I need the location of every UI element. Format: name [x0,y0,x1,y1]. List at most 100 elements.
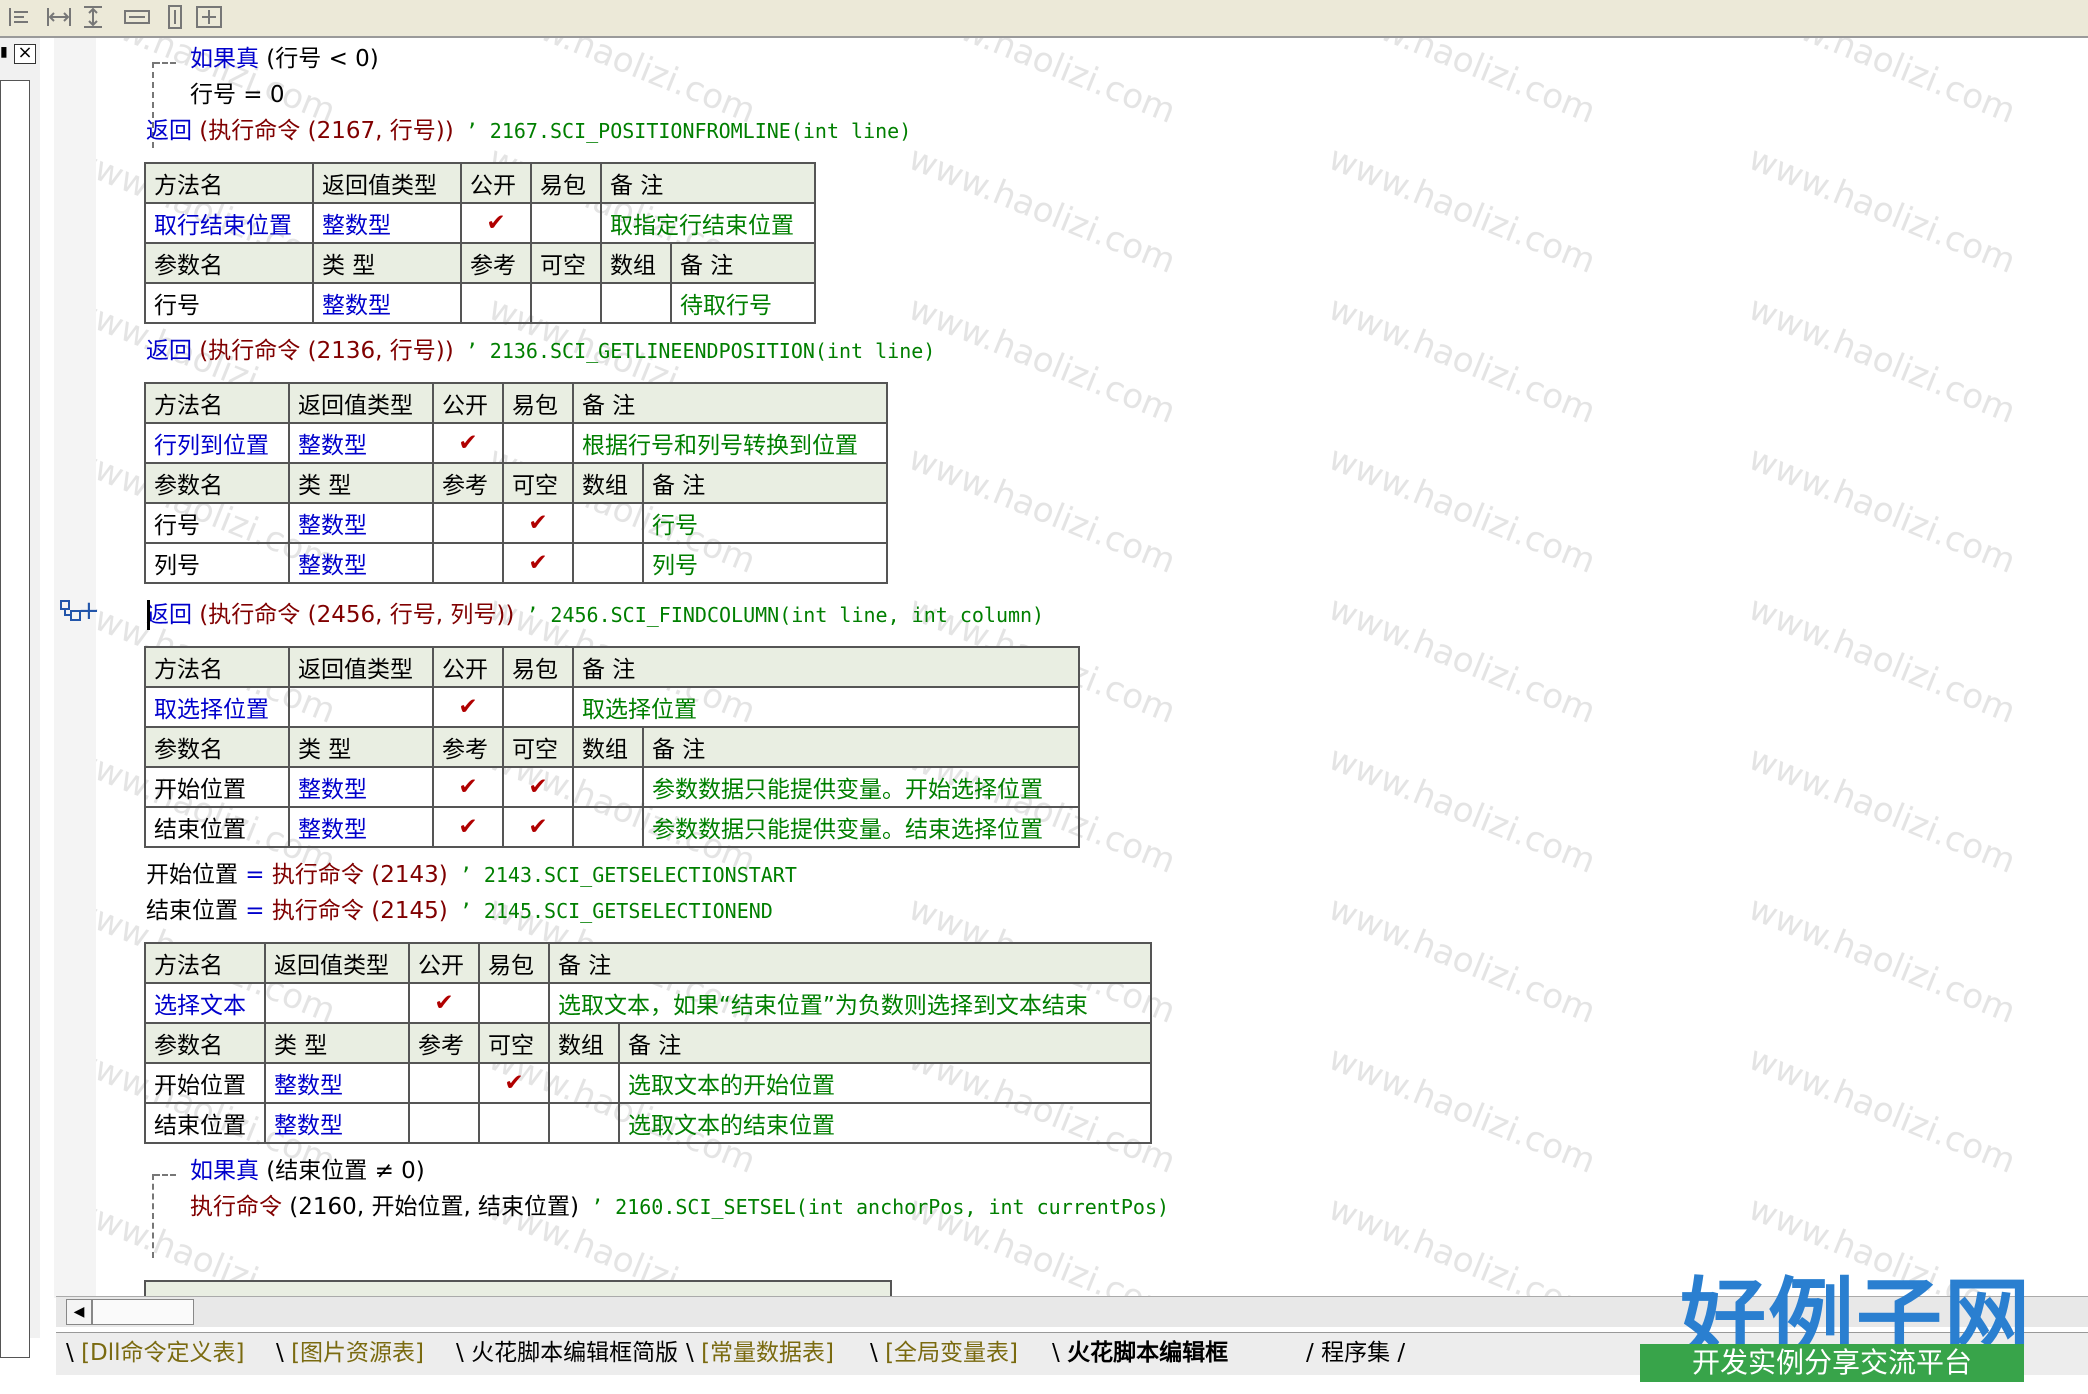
same-height-icon[interactable] [78,4,108,30]
header-ret-type: 返回值类型 [288,646,434,688]
tab-dll-commands[interactable]: \ [Dll命令定义表] [66,1337,245,1369]
tab-label: [Dll命令定义表] [81,1340,245,1366]
ref-cell[interactable] [460,282,532,324]
array-cell[interactable] [548,1062,620,1104]
param-name[interactable]: 开始位置 [144,1062,266,1104]
public-check[interactable]: ✔ [460,202,532,244]
method-table-3: 方法名 返回值类型 公开 易包 备 注 取选择位置 ✔ 取选择位置 参数名 类 … [144,646,1080,848]
code-line-if[interactable]: 如果真 (行号 < 0) [190,44,379,74]
array-cell[interactable] [572,766,644,808]
array-cell[interactable] [548,1102,620,1144]
nullable-check[interactable]: ✔ [502,806,574,848]
easy-cell[interactable] [478,982,550,1024]
method-note[interactable]: 取选择位置 [572,686,1080,728]
return-type[interactable]: 整数型 [288,422,434,464]
nullable-check[interactable]: ✔ [502,766,574,808]
tab-label: [全局变量表] [885,1340,1019,1366]
header-public: 公开 [432,382,504,424]
easy-cell[interactable] [530,202,602,244]
method-name[interactable]: 行列到位置 [144,422,290,464]
code-line-if[interactable]: 如果真 (结束位置 ≠ 0) [190,1156,425,1186]
param-name[interactable]: 开始位置 [144,766,290,808]
align-left-icon[interactable] [6,4,36,30]
easy-cell[interactable] [502,686,574,728]
same-width-icon[interactable] [44,4,74,30]
param-note[interactable]: 行号 [642,502,888,544]
param-type[interactable]: 整数型 [264,1062,410,1104]
comment: ’ 2143.SCI_GETSELECTIONSTART [447,863,797,887]
scroll-left-icon[interactable]: ◀ [66,1299,92,1325]
nullable-cell[interactable] [478,1102,550,1144]
header-param: 参数名 [144,726,290,768]
method-note[interactable]: 取指定行结束位置 [600,202,816,244]
code-editor[interactable]: 如果真 (行号 < 0) 行号 = 0 返回 (执行命令 (2167, 行号))… [96,38,2088,1298]
scroll-thumb[interactable] [92,1299,194,1325]
param-type[interactable]: 整数型 [288,502,434,544]
array-cell[interactable] [572,542,644,584]
tab-constants[interactable]: \ [常量数据表] [686,1337,834,1369]
ref-check[interactable]: ✔ [432,806,504,848]
public-check[interactable]: ✔ [408,982,480,1024]
tab-global-vars[interactable]: \ [全局变量表] [870,1337,1018,1369]
method-name[interactable]: 取选择位置 [144,686,290,728]
return-type[interactable] [264,982,410,1024]
code-line-return[interactable]: 返回 (执行命令 (2136, 行号)) ’ 2136.SCI_GETLINEE… [146,336,935,366]
param-name[interactable]: 结束位置 [144,806,290,848]
code-line-return[interactable]: 返回 (执行命令 (2167, 行号)) ’ 2167.SCI_POSITION… [146,116,911,146]
ref-cell[interactable] [408,1062,480,1104]
tab-image-resources[interactable]: \ [图片资源表] [276,1337,424,1369]
code-line-call[interactable]: 执行命令 (2160, 开始位置, 结束位置) ’ 2160.SCI_SETSE… [190,1192,1169,1222]
param-type[interactable]: 整数型 [288,806,434,848]
param-note[interactable]: 列号 [642,542,888,584]
nullable-check[interactable]: ✔ [502,502,574,544]
code-line-assign[interactable]: 行号 = 0 [190,80,285,110]
code-line-assign[interactable]: 开始位置 = 执行命令 (2143) ’ 2143.SCI_GETSELECTI… [146,860,797,890]
pin-icon[interactable]: ▮ [0,44,12,62]
param-type[interactable]: 整数型 [288,542,434,584]
param-name[interactable]: 行号 [144,282,314,324]
header-method: 方法名 [144,646,290,688]
param-type[interactable]: 整数型 [264,1102,410,1144]
method-table-2: 方法名 返回值类型 公开 易包 备 注 行列到位置 整数型 ✔ 根据行号和列号转… [144,382,888,584]
call: (执行命令 (2456, 行号, 列号)) [192,602,515,628]
public-check[interactable]: ✔ [432,686,504,728]
horizontal-spacing-icon[interactable] [122,4,152,30]
param-note[interactable]: 参数数据只能提供变量。开始选择位置 [642,766,1080,808]
nullable-check[interactable]: ✔ [502,542,574,584]
vertical-spacing-icon[interactable] [160,4,190,30]
tab-script-editor-lite[interactable]: \ 火花脚本编辑框简版 [456,1337,678,1369]
return-type[interactable]: 整数型 [312,202,462,244]
return-type[interactable] [288,686,434,728]
code-line-assign[interactable]: 结束位置 = 执行命令 (2145) ’ 2145.SCI_GETSELECTI… [146,896,773,926]
method-note[interactable]: 选取文本，如果“结束位置”为负数则选择到文本结束 [548,982,1152,1024]
method-name[interactable]: 选择文本 [144,982,266,1024]
tab-script-editor[interactable]: \ 火花脚本编辑框 [1052,1337,1228,1369]
nullable-cell[interactable] [530,282,602,324]
param-note[interactable]: 选取文本的开始位置 [618,1062,1152,1104]
param-note[interactable]: 选取文本的结束位置 [618,1102,1152,1144]
method-name[interactable]: 取行结束位置 [144,202,314,244]
ref-check[interactable]: ✔ [432,766,504,808]
param-name[interactable]: 行号 [144,502,290,544]
ref-cell[interactable] [432,502,504,544]
param-type[interactable]: 整数型 [288,766,434,808]
param-note[interactable]: 参数数据只能提供变量。结束选择位置 [642,806,1080,848]
param-note[interactable]: 待取行号 [670,282,816,324]
close-panel-button[interactable]: × [14,44,36,64]
code-line-return[interactable]: 返回 (执行命令 (2456, 行号, 列号)) ’ 2456.SCI_FIND… [146,600,1044,630]
center-icon[interactable] [194,4,224,30]
array-cell[interactable] [572,502,644,544]
easy-cell[interactable] [502,422,574,464]
tab-assembly[interactable]: / 程序集 / [1306,1337,1405,1369]
method-note[interactable]: 根据行号和列号转换到位置 [572,422,888,464]
array-cell[interactable] [600,282,672,324]
variable: 开始位置 [146,862,238,888]
array-cell[interactable] [572,806,644,848]
param-name[interactable]: 结束位置 [144,1102,266,1144]
nullable-check[interactable]: ✔ [478,1062,550,1104]
param-name[interactable]: 列号 [144,542,290,584]
public-check[interactable]: ✔ [432,422,504,464]
param-type[interactable]: 整数型 [312,282,462,324]
ref-cell[interactable] [432,542,504,584]
ref-cell[interactable] [408,1102,480,1144]
